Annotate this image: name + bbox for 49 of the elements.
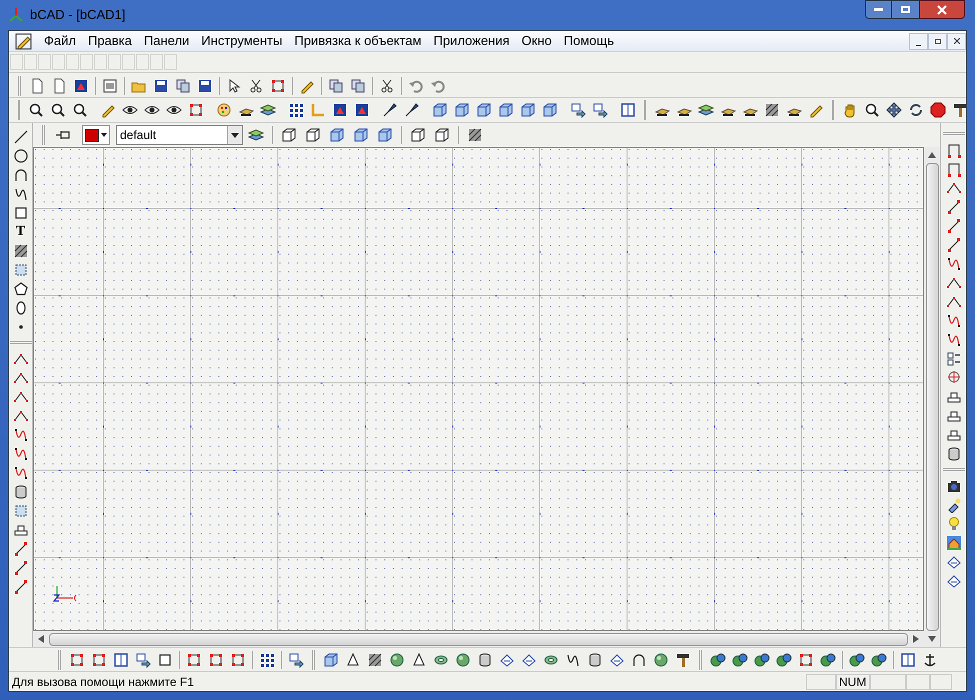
toolbar-slot <box>150 54 163 70</box>
scroll-down-icon[interactable] <box>928 636 936 642</box>
toolbar-slot <box>24 54 37 70</box>
toolbar-slot <box>164 54 177 70</box>
status-indicator: NUM <box>836 674 870 690</box>
scroll-left-icon[interactable] <box>38 635 44 643</box>
restore-button[interactable] <box>928 32 947 50</box>
window-title: bCAD - [bCAD1] <box>30 6 126 24</box>
toolbar-slot <box>10 54 23 70</box>
menu-item[interactable]: Инструменты <box>195 31 288 51</box>
close-button[interactable] <box>919 0 965 19</box>
toolbar-slot <box>136 54 149 70</box>
minimize-icon <box>916 44 921 46</box>
status-message: Для вызова помощи нажмите F1 <box>12 674 195 690</box>
toolbar-slot <box>80 54 93 70</box>
toolbar-slot <box>108 54 121 70</box>
close-icon <box>937 4 947 14</box>
toolbar-slot <box>66 54 79 70</box>
minimize-button[interactable] <box>865 0 892 19</box>
menu-item[interactable]: Правка <box>82 31 138 51</box>
layer-dropdown[interactable]: default <box>116 125 243 145</box>
menu-item[interactable]: Привязка к объектам <box>288 31 428 51</box>
text-tool-button[interactable]: T <box>10 222 32 241</box>
status-panel <box>930 674 952 690</box>
menu-item[interactable]: Файл <box>38 31 82 51</box>
menu-item[interactable]: Приложения <box>427 31 516 51</box>
scroll-up-icon[interactable] <box>928 152 936 158</box>
caret-icon <box>101 133 107 137</box>
close-icon <box>954 38 960 44</box>
menu-item[interactable]: Панели <box>138 31 196 51</box>
restore-icon <box>934 38 940 44</box>
status-panel <box>806 674 836 690</box>
menu-item[interactable]: Помощь <box>558 31 620 51</box>
app-logo-icon <box>8 7 24 23</box>
axis-icon <box>52 586 76 602</box>
layer-name: default <box>119 127 158 144</box>
maximize-button[interactable] <box>892 0 919 19</box>
menu-item[interactable]: Окно <box>516 31 558 51</box>
toolbar-slot <box>94 54 107 70</box>
document-icon[interactable] <box>15 32 32 50</box>
vertical-scrollbar[interactable] <box>924 147 940 647</box>
toolbar-slot <box>52 54 65 70</box>
toolbar-slot <box>38 54 51 70</box>
minimize-icon <box>874 8 883 11</box>
color-picker[interactable] <box>82 125 110 145</box>
caret-icon <box>231 132 239 138</box>
scroll-right-icon[interactable] <box>913 635 919 643</box>
maximize-icon <box>901 6 910 13</box>
toolbar-slot <box>122 54 135 70</box>
